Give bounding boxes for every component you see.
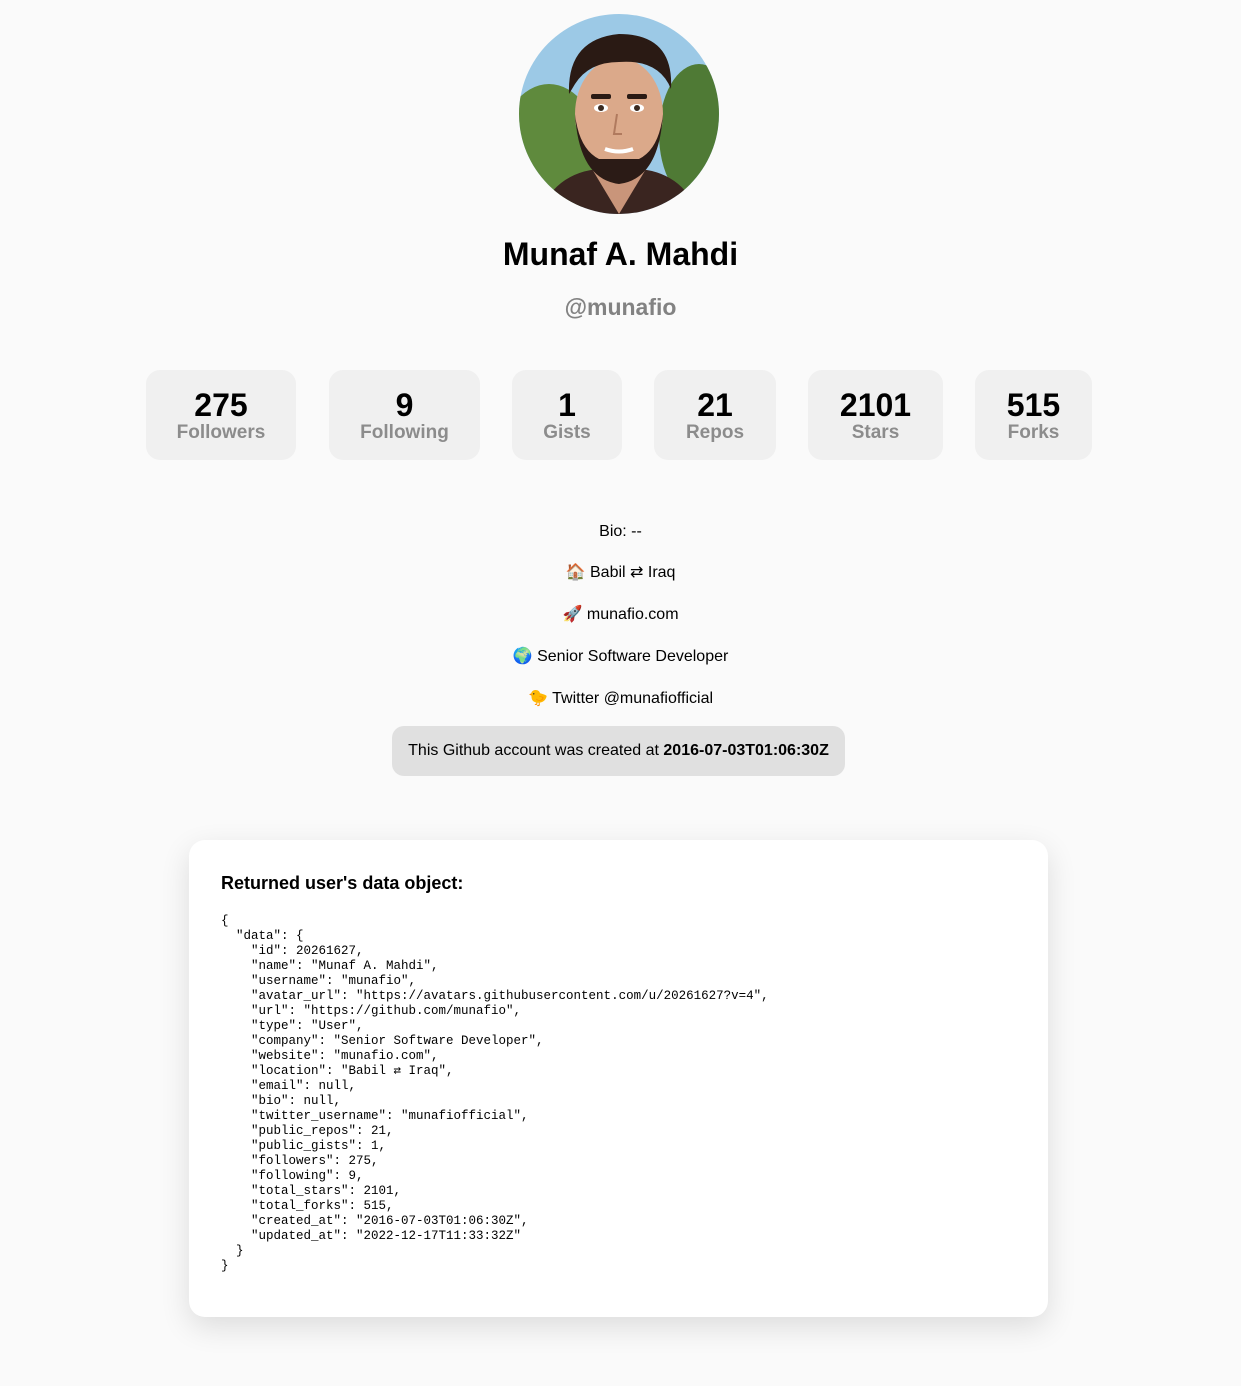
chick-icon: 🐤 [528, 688, 548, 707]
card-title: Returned user's data object: [221, 873, 464, 893]
created-timestamp: 2016-07-03T01:06:30Z [663, 742, 829, 759]
data-object-card: Returned user's data object: { "data": {… [189, 840, 1048, 1317]
profile-username: @munafio [564, 294, 677, 320]
created-badge: This Github account was created at 2016-… [392, 726, 845, 776]
stat-value: 1 [558, 387, 576, 423]
avatar [519, 14, 719, 214]
stat-label: Stars [851, 422, 900, 443]
website-line[interactable]: 🚀 munafio.com [0, 603, 1241, 626]
website-link[interactable]: munafio.com [587, 606, 679, 623]
stat-value: 9 [395, 387, 414, 423]
avatar-portrait-icon [519, 14, 719, 214]
stat-label: Gists [543, 422, 591, 443]
stat-repos: 21 Repos [654, 370, 776, 460]
stat-label: Following [360, 422, 449, 443]
stat-label: Repos [685, 422, 745, 443]
stat-label: Forks [1007, 422, 1060, 443]
twitter-line[interactable]: 🐤 Twitter @munafiofficial [0, 687, 1241, 710]
company-text: Senior Software Developer [537, 648, 729, 665]
stat-value: 21 [697, 387, 733, 423]
stat-stars: 2101 Stars [808, 370, 943, 460]
stat-value: 515 [1006, 387, 1061, 423]
stat-gists: 1 Gists [512, 370, 622, 460]
globe-icon: 🌍 [512, 646, 533, 665]
profile-page: Munaf A. Mahdi @munafio 275 Followers 9 … [0, 0, 1241, 1386]
stat-followers: 275 Followers [146, 370, 296, 460]
company-line: 🌍 Senior Software Developer [0, 645, 1241, 668]
location-text: Babil ⇄ Iraq [590, 564, 676, 581]
rocket-icon: 🚀 [562, 604, 583, 623]
bio-text: Bio: -- [599, 523, 642, 540]
stat-value: 275 [194, 387, 248, 423]
stat-following: 9 Following [329, 370, 480, 460]
stat-value: 2101 [839, 387, 912, 423]
json-code-block: { "data": { "id": 20261627, "name": "Mun… [221, 914, 769, 1273]
twitter-link[interactable]: Twitter @munafiofficial [552, 690, 713, 707]
house-icon: 🏠 [565, 562, 586, 581]
stat-forks: 515 Forks [975, 370, 1092, 460]
stat-label: Followers [176, 422, 266, 443]
location-line: 🏠 Babil ⇄ Iraq [0, 561, 1241, 584]
profile-name: Munaf A. Mahdi [502, 236, 739, 272]
stats-row: 275 Followers 9 Following 1 Gists 21 Rep… [0, 370, 1241, 460]
created-prefix: This Github account was created at [408, 742, 664, 759]
